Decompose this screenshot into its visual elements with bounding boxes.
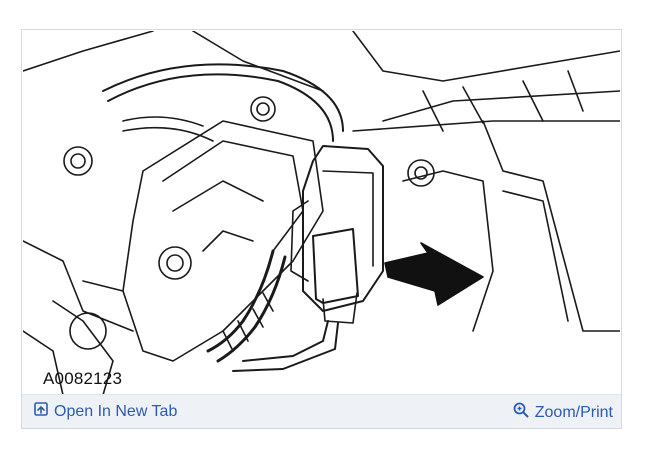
- open-in-new-tab-link[interactable]: Open In New Tab: [34, 402, 177, 421]
- open-in-new-tab-label: Open In New Tab: [54, 402, 178, 420]
- zoom-print-link[interactable]: Zoom/Print: [513, 402, 613, 423]
- engine-connector-diagram[interactable]: A0082123: [23, 31, 620, 395]
- figure-card: A0082123 Open In New Tab Zoom/Print: [21, 29, 622, 429]
- open-new-tab-icon: [34, 402, 48, 421]
- zoom-print-label: Zoom/Print: [534, 403, 613, 421]
- figure-footer: Open In New Tab Zoom/Print: [22, 394, 621, 428]
- figure-id-label: A0082123: [43, 369, 123, 388]
- magnifier-zoom-icon: [513, 402, 529, 423]
